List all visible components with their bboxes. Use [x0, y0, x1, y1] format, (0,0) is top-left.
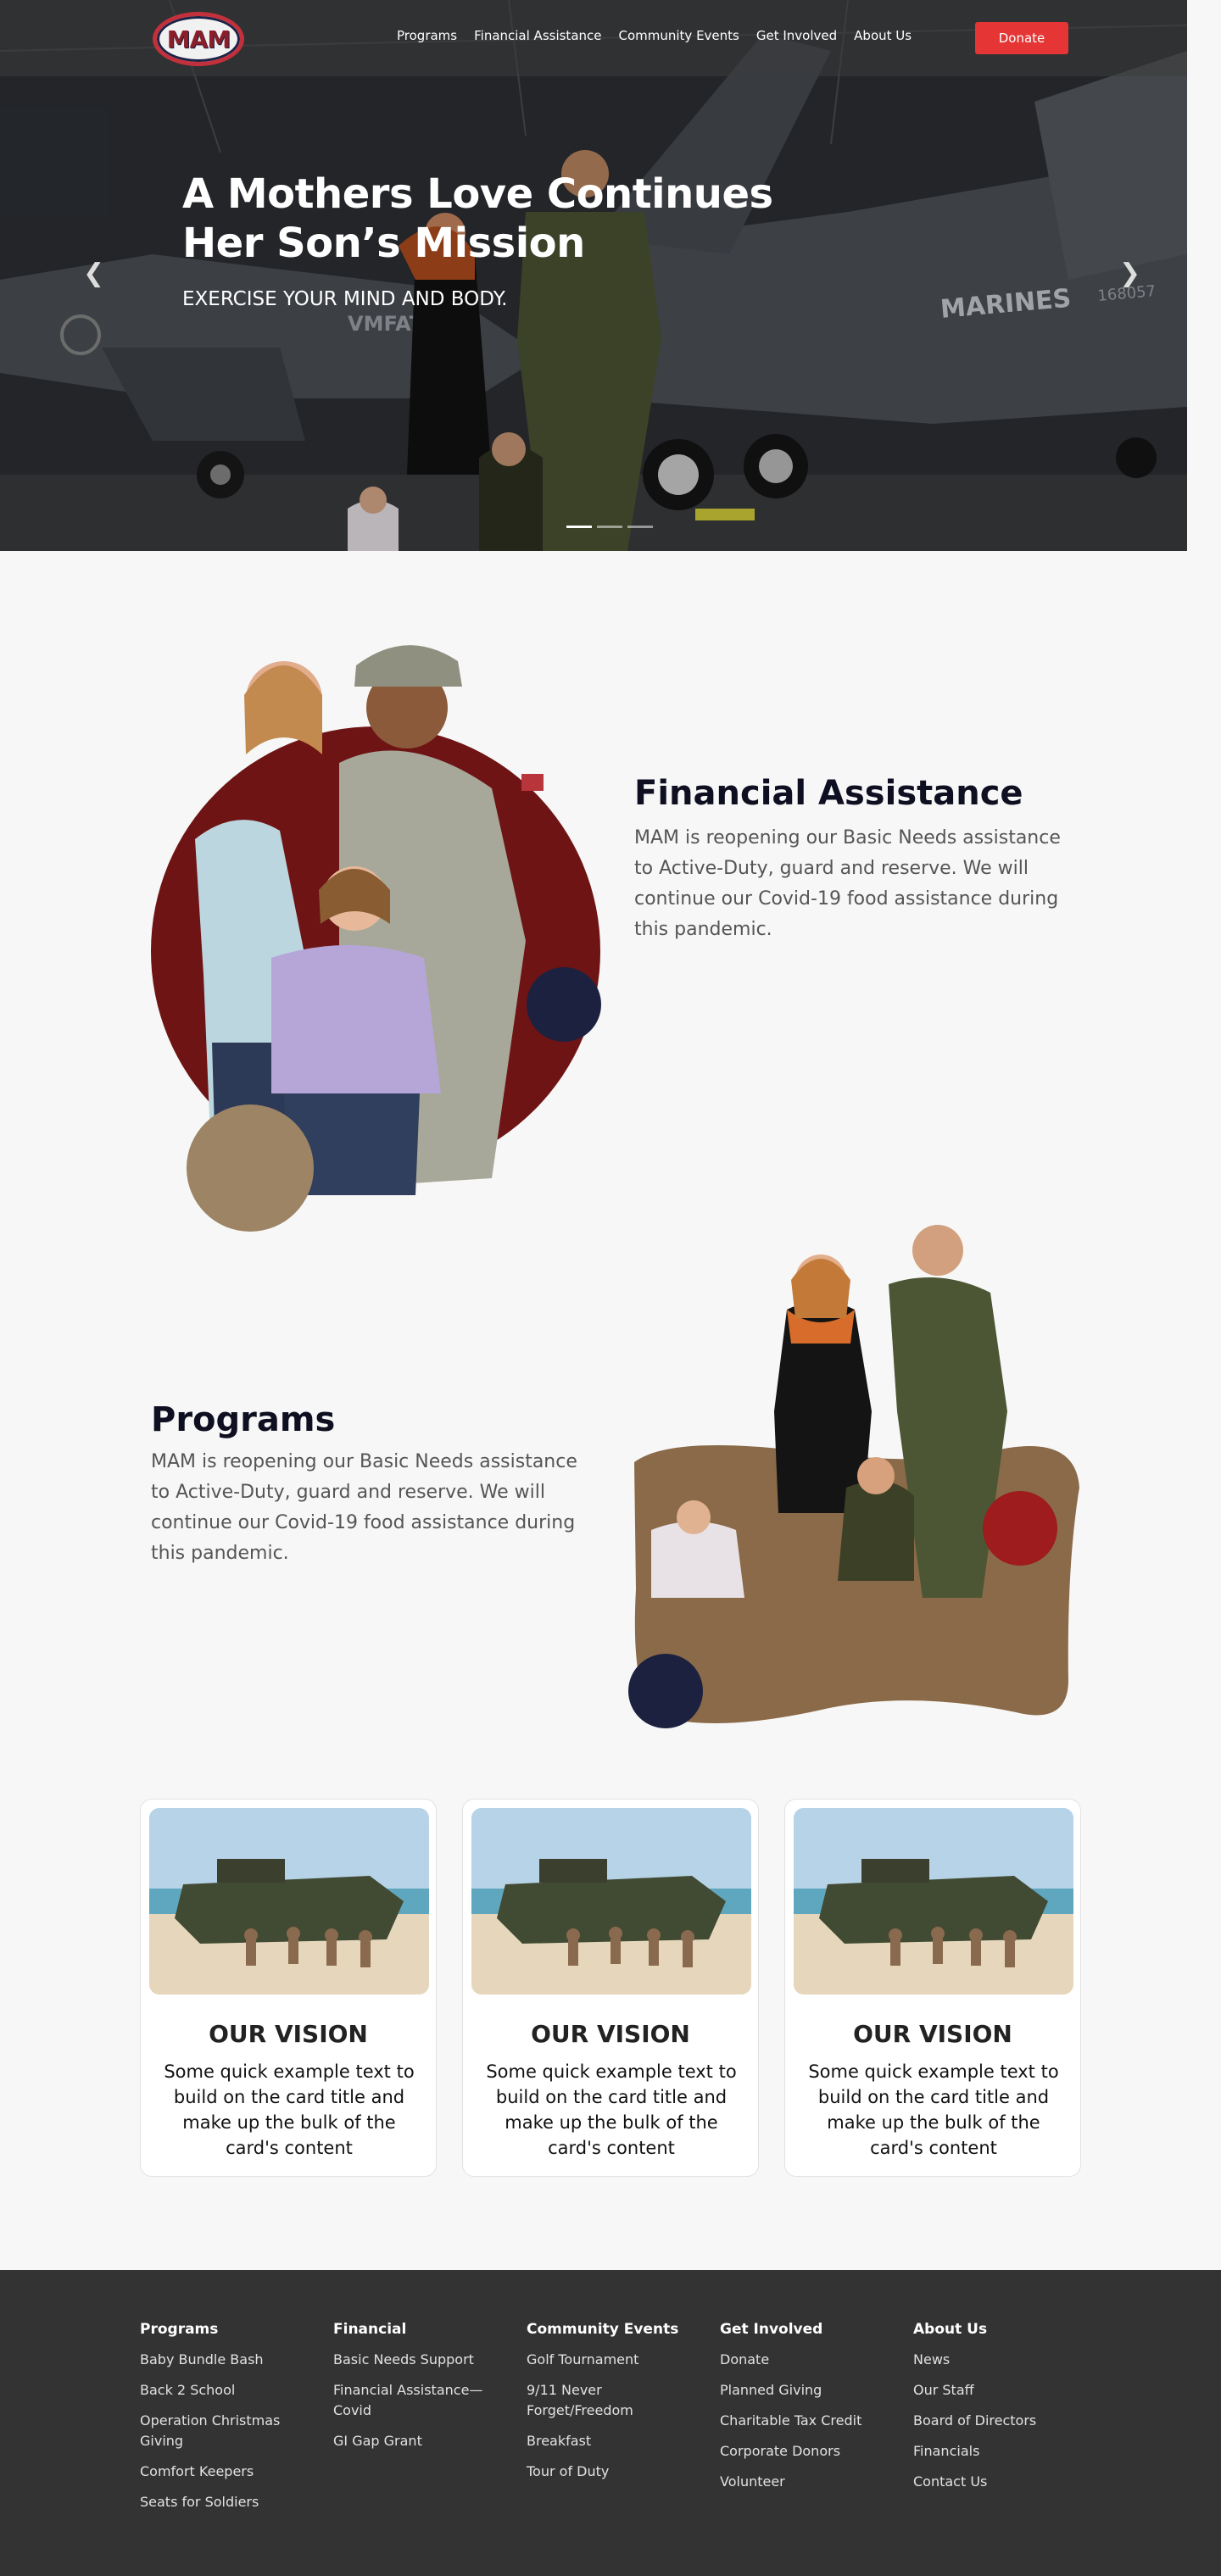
military-family-illustration — [628, 1225, 1079, 1728]
footer-link[interactable]: Operation Christmas Giving — [140, 2411, 301, 2451]
card-text: Some quick example text to build on the … — [486, 2061, 737, 2158]
hero-title: A Mothers Love Continues Her Son’s Missi… — [182, 170, 776, 268]
footer-link[interactable]: Comfort Keepers — [140, 2462, 301, 2482]
card-title: OUR VISION — [853, 2020, 1012, 2048]
vision-card-3: OUR VISION Some quick example text to bu… — [784, 1799, 1081, 2177]
main-navbar: MAM Programs Financial Assistance Commun… — [0, 0, 1187, 76]
hero-title-line-2: Her Son’s Mission — [182, 220, 585, 267]
footer-heading: Financial — [333, 2321, 407, 2338]
footer-link[interactable]: Baby Bundle Bash — [140, 2350, 301, 2370]
footer-link[interactable]: GI Gap Grant — [333, 2431, 494, 2451]
footer-link[interactable]: Corporate Donors — [720, 2441, 881, 2462]
footer-heading: Programs — [140, 2321, 219, 2338]
footer-link[interactable]: Board of Directors — [913, 2411, 1074, 2431]
footer-heading: About Us — [913, 2321, 988, 2338]
footer-column-about-us: About Us News Our Staff Board of Directo… — [913, 2321, 1074, 2502]
footer-heading: Get Involved — [720, 2321, 823, 2338]
donate-button[interactable]: Donate — [975, 22, 1068, 54]
footer-link[interactable]: Golf Tournament — [527, 2350, 688, 2370]
carousel-indicator-2[interactable] — [597, 526, 622, 528]
footer-link[interactable]: Financials — [913, 2441, 1074, 2462]
footer-link[interactable]: Seats for Soldiers — [140, 2492, 301, 2512]
nav-link-financial-assistance[interactable]: Financial Assistance — [474, 28, 601, 43]
footer-link[interactable]: Donate — [720, 2350, 881, 2370]
footer-column-community-events: Community Events Golf Tournament 9/11 Ne… — [527, 2321, 688, 2492]
hero-title-line-1: A Mothers Love Continues — [182, 170, 773, 218]
vision-card-1: OUR VISION Some quick example text to bu… — [140, 1799, 437, 2177]
footer-link[interactable]: Planned Giving — [720, 2380, 881, 2401]
carousel-indicator-1[interactable] — [566, 526, 592, 528]
amphibious-vehicle-image — [471, 1808, 751, 1995]
card-text: Some quick example text to build on the … — [164, 2061, 415, 2158]
carousel-indicators — [566, 526, 653, 528]
hero-background-image: MARINES VMFAT- 168057 — [0, 0, 1187, 551]
vision-card-2: OUR VISION Some quick example text to bu… — [462, 1799, 759, 2177]
footer-column-programs: Programs Baby Bundle Bash Back 2 School … — [140, 2321, 301, 2523]
mam-logo[interactable]: MAM — [153, 12, 244, 66]
chevron-right-icon[interactable]: ❯ — [1119, 259, 1140, 288]
footer-column-financial: Financial Basic Needs Support Financial … — [333, 2321, 494, 2462]
footer-link[interactable]: 9/11 Never Forget/Freedom — [527, 2380, 688, 2421]
nav-link-get-involved[interactable]: Get Involved — [756, 28, 837, 43]
family-photo-illustration — [151, 645, 601, 1232]
nav-link-community-events[interactable]: Community Events — [619, 28, 739, 43]
footer-column-get-involved: Get Involved Donate Planned Giving Chari… — [720, 2321, 881, 2502]
programs-title: Programs — [151, 1400, 336, 1439]
footer-link[interactable]: Basic Needs Support — [333, 2350, 494, 2370]
card-title: OUR VISION — [531, 2020, 690, 2048]
programs-text: MAM is reopening our Basic Needs assista… — [151, 1451, 577, 1564]
nav-links: Programs Financial Assistance Community … — [397, 28, 912, 43]
footer-link[interactable]: Back 2 School — [140, 2380, 301, 2401]
nav-link-about-us[interactable]: About Us — [854, 28, 912, 43]
footer-link[interactable]: Breakfast — [527, 2431, 688, 2451]
footer-link[interactable]: Our Staff — [913, 2380, 1074, 2401]
footer-link[interactable]: Contact Us — [913, 2472, 1074, 2492]
carousel-indicator-3[interactable] — [627, 526, 653, 528]
card-text: Some quick example text to build on the … — [808, 2061, 1059, 2158]
chevron-left-icon[interactable]: ❮ — [83, 259, 104, 288]
footer-link[interactable]: Volunteer — [720, 2472, 881, 2492]
amphibious-vehicle-image — [149, 1808, 429, 1995]
hero-subtitle: EXERCISE YOUR MIND AND BODY. — [182, 288, 508, 310]
financial-assistance-text: MAM is reopening our Basic Needs assista… — [634, 827, 1061, 940]
site-footer: Programs Baby Bundle Bash Back 2 School … — [0, 2270, 1221, 2576]
logo-text: MAM — [166, 25, 231, 53]
card-title: OUR VISION — [209, 2020, 368, 2048]
footer-link[interactable]: Financial Assistance—Covid — [333, 2380, 494, 2421]
amphibious-vehicle-image — [794, 1808, 1073, 1995]
footer-link[interactable]: Charitable Tax Credit — [720, 2411, 881, 2431]
nav-link-programs[interactable]: Programs — [397, 28, 457, 43]
hero-carousel: MARINES VMFAT- 168057 MAM Programs Finan… — [0, 0, 1187, 551]
financial-assistance-title: Financial Assistance — [634, 774, 1023, 813]
footer-heading: Community Events — [527, 2321, 679, 2338]
footer-link[interactable]: News — [913, 2350, 1074, 2370]
footer-link[interactable]: Tour of Duty — [527, 2462, 688, 2482]
